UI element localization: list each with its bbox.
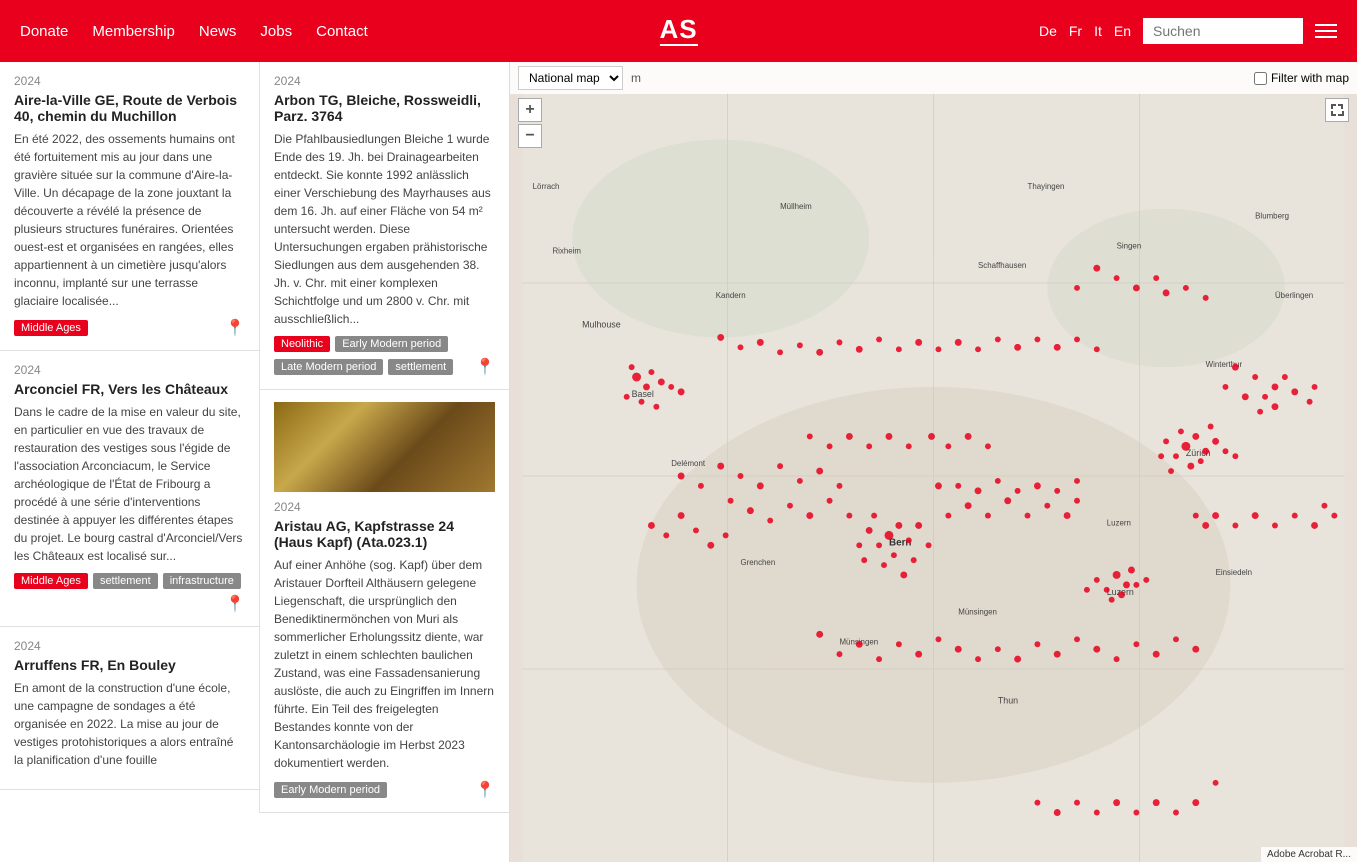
card-year: 2024 [14, 74, 245, 88]
header-right-controls: De Fr It En [1039, 18, 1337, 44]
svg-text:Zürich: Zürich [1186, 448, 1211, 458]
header-nav: Donate Membership News Jobs Contact [20, 23, 368, 40]
acrobat-badge: Adobe Acrobat R... [1261, 847, 1357, 862]
map-toolbar: National map m Filter with map [510, 62, 1357, 94]
donate-link[interactable]: Donate [20, 23, 68, 40]
lang-de[interactable]: De [1039, 23, 1057, 39]
svg-text:Münsingen: Münsingen [839, 637, 878, 646]
svg-text:Bern: Bern [889, 537, 912, 548]
card-tags: Middle Ages settlement infrastructure 📍 [14, 573, 245, 614]
svg-text:Rixheim: Rixheim [552, 246, 581, 255]
svg-text:Mulhouse: Mulhouse [582, 320, 621, 330]
map-svg: Mulhouse Basel Bern Zürich Luzern Thun M… [510, 90, 1357, 862]
tag[interactable]: Middle Ages [14, 320, 88, 336]
tag[interactable]: Early Modern period [274, 782, 387, 798]
list-item[interactable]: 2024 Arruffens FR, En Bouley En amont de… [0, 627, 259, 790]
cards-grid: 2024 Aire-la-Ville GE, Route de Verbois … [0, 62, 509, 813]
search-input[interactable] [1143, 18, 1303, 44]
pin-icon: 📍 [225, 594, 245, 614]
tag[interactable]: infrastructure [163, 573, 241, 589]
pin-icon: 📍 [225, 318, 245, 338]
lang-it[interactable]: It [1094, 23, 1102, 39]
tag[interactable]: settlement [388, 359, 453, 375]
map-area: ▶ National map m Filter with map + − [510, 62, 1357, 862]
tag[interactable]: Middle Ages [14, 573, 88, 589]
zoom-out-button[interactable]: − [518, 124, 542, 148]
card-tags: Middle Ages 📍 [14, 318, 245, 338]
card-body: En amont de la construction d'une école,… [14, 679, 245, 769]
filter-checkbox[interactable] [1254, 72, 1267, 85]
card-year: 2024 [274, 500, 495, 514]
tag[interactable]: settlement [93, 573, 158, 589]
map-zoom-controls: + − [518, 98, 542, 148]
header: Donate Membership News Jobs Contact AS D… [0, 0, 1357, 62]
card-title: Aristau AG, Kapfstrasse 24 (Haus Kapf) (… [274, 518, 495, 550]
filter-label-text: Filter with map [1271, 71, 1349, 85]
svg-text:Basel: Basel [632, 389, 654, 399]
svg-text:Grenchen: Grenchen [741, 558, 776, 567]
svg-text:Einsiedeln: Einsiedeln [1216, 568, 1252, 577]
svg-text:Singen: Singen [1117, 241, 1142, 250]
news-link[interactable]: News [199, 23, 237, 40]
tag[interactable]: Neolithic [274, 336, 330, 352]
card-title: Arruffens FR, En Bouley [14, 657, 245, 673]
tag[interactable]: Late Modern period [274, 359, 383, 375]
membership-link[interactable]: Membership [92, 23, 175, 40]
zoom-in-button[interactable]: + [518, 98, 542, 122]
card-body: Dans le cadre de la mise en valeur du si… [14, 403, 245, 565]
svg-text:Luzern: Luzern [1107, 518, 1131, 527]
card-tags: Early Modern period 📍 [274, 780, 495, 800]
svg-text:Luzern: Luzern [1107, 587, 1134, 597]
card-year: 2024 [14, 363, 245, 377]
card-title: Arbon TG, Bleiche, Rossweidli, Parz. 376… [274, 92, 495, 124]
card-year: 2024 [14, 639, 245, 653]
svg-text:Kandern: Kandern [716, 291, 746, 300]
tag[interactable]: Early Modern period [335, 336, 448, 352]
expand-map-button[interactable] [1325, 98, 1349, 122]
svg-text:Lörrach: Lörrach [533, 182, 560, 191]
menu-button[interactable] [1315, 24, 1337, 38]
pin-icon: 📍 [475, 357, 495, 377]
col-left: 2024 Aire-la-Ville GE, Route de Verbois … [0, 62, 260, 813]
jobs-link[interactable]: Jobs [260, 23, 292, 40]
card-body: En été 2022, des ossements humains ont é… [14, 130, 245, 310]
main-container: 2024 Aire-la-Ville GE, Route de Verbois … [0, 62, 1357, 862]
card-tags: Neolithic Early Modern period Late Moder… [274, 336, 495, 377]
contact-link[interactable]: Contact [316, 23, 368, 40]
site-logo[interactable]: AS [659, 16, 697, 46]
list-item[interactable]: 2024 Aire-la-Ville GE, Route de Verbois … [0, 62, 259, 351]
filter-with-map-label: Filter with map [1254, 71, 1349, 85]
left-panel: 2024 Aire-la-Ville GE, Route de Verbois … [0, 62, 510, 862]
col-right: 2024 Arbon TG, Bleiche, Rossweidli, Parz… [260, 62, 509, 813]
map-overlay: Mulhouse Basel Bern Zürich Luzern Thun M… [510, 90, 1357, 862]
svg-text:Thun: Thun [998, 696, 1018, 706]
svg-text:Winterthur: Winterthur [1206, 360, 1243, 369]
list-item[interactable]: 2024 Aristau AG, Kapfstrasse 24 (Haus Ka… [260, 390, 509, 813]
svg-text:Thayingen: Thayingen [1028, 182, 1065, 191]
pin-icon: 📍 [475, 780, 495, 800]
map-scale: m [631, 71, 641, 85]
expand-icon [1330, 103, 1344, 117]
svg-text:Delémont: Delémont [671, 459, 706, 468]
svg-text:Müllheim: Müllheim [780, 202, 812, 211]
card-image [274, 402, 495, 492]
card-year: 2024 [274, 74, 495, 88]
card-body: Die Pfahlbausiedlungen Bleiche 1 wurde E… [274, 130, 495, 328]
card-title: Aire-la-Ville GE, Route de Verbois 40, c… [14, 92, 245, 124]
lang-en[interactable]: En [1114, 23, 1131, 39]
list-item[interactable]: 2024 Arconciel FR, Vers les Châteaux Dan… [0, 351, 259, 627]
svg-text:Münsingen: Münsingen [958, 608, 997, 617]
card-body: Auf einer Anhöhe (sog. Kapf) über dem Ar… [274, 556, 495, 772]
card-title: Arconciel FR, Vers les Châteaux [14, 381, 245, 397]
list-item[interactable]: 2024 Arbon TG, Bleiche, Rossweidli, Parz… [260, 62, 509, 390]
svg-text:Schaffhausen: Schaffhausen [978, 261, 1026, 270]
map-select[interactable]: National map [518, 66, 623, 90]
svg-text:Überlingen: Überlingen [1275, 291, 1313, 300]
svg-text:Blumberg: Blumberg [1255, 212, 1289, 221]
lang-fr[interactable]: Fr [1069, 23, 1082, 39]
